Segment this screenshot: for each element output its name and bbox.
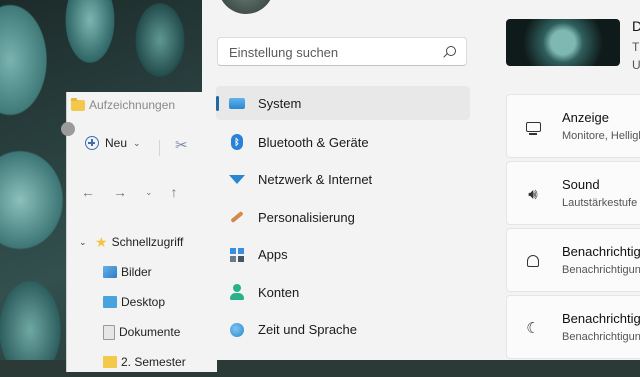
toolbar-divider [159, 140, 160, 156]
folder-icon [71, 97, 85, 111]
settings-search-box[interactable] [217, 37, 467, 67]
clock-globe-icon [228, 322, 246, 338]
device-name: D [632, 18, 640, 34]
card-title: Sound [562, 177, 600, 192]
sidebar-item-network[interactable]: Netzwerk & Internet [216, 161, 470, 199]
system-icon [228, 95, 246, 111]
tree-item-label: Desktop [121, 295, 166, 309]
chevron-down-icon[interactable]: ⌄ [79, 237, 95, 248]
folder-icon [103, 356, 117, 368]
sidebar-item-label: Personalisierung [258, 209, 355, 225]
sidebar-item-label: Konten [258, 284, 300, 300]
wifi-icon [228, 172, 246, 188]
new-button[interactable]: Neu ⌄ [85, 136, 141, 150]
sidebar-item-label: Zeit und Sprache [258, 322, 358, 338]
sidebar-item-time-language[interactable]: Zeit und Sprache [216, 311, 470, 349]
card-subtitle: Benachrichtigun [562, 331, 640, 343]
explorer-title-text: Aufzeichnungen [89, 98, 176, 112]
cut-icon[interactable]: ✂ [175, 136, 188, 154]
card-notifications[interactable]: Benachrichtig Benachrichtigun [506, 228, 640, 292]
sidebar-item-apps[interactable]: Apps [216, 236, 470, 274]
documents-folder-icon [103, 324, 115, 340]
card-subtitle: Benachrichtigun [562, 264, 640, 276]
sidebar-item-label: Apps [258, 247, 288, 263]
tree-item-semester[interactable]: 2. Semester [67, 347, 217, 377]
explorer-toolbar: Neu ⌄ ✂ [67, 132, 217, 160]
card-subtitle: Monitore, Helligk [562, 130, 640, 142]
apps-icon [228, 247, 246, 263]
recent-locations-icon[interactable]: ⌄ [145, 187, 153, 198]
card-title: Benachrichtig [562, 244, 640, 259]
sidebar-item-accounts[interactable]: Konten [216, 274, 470, 312]
sidebar-item-system[interactable]: System [216, 86, 470, 120]
explorer-title: Aufzeichnungen [71, 97, 176, 112]
card-display[interactable]: Anzeige Monitore, Helligk [506, 94, 640, 158]
pictures-folder-icon [103, 266, 117, 278]
up-arrow-icon[interactable]: ↑ [171, 184, 178, 200]
tree-item-documents[interactable]: Dokumente [67, 317, 217, 347]
sidebar-item-label: Bluetooth & Geräte [258, 134, 369, 150]
device-model: T [632, 40, 640, 54]
speaker-icon: 🔊︎ [528, 185, 538, 203]
settings-sidebar: System ᛒ Bluetooth & Geräte Netzwerk & I… [216, 86, 470, 349]
forward-arrow-icon[interactable]: → [113, 184, 127, 200]
search-icon[interactable] [446, 46, 456, 56]
tree-item-quick-access[interactable]: ⌄ ★ Schnellzugriff [67, 227, 217, 257]
device-rename-link[interactable]: U [632, 58, 640, 72]
back-arrow-icon[interactable]: ← [81, 184, 95, 200]
moon-icon: ☾ [526, 320, 540, 337]
search-input[interactable] [218, 38, 441, 67]
tree-item-label: Schnellzugriff [111, 235, 184, 249]
file-explorer-window: Aufzeichnungen Neu ⌄ ✂ ← → ⌄ ↑ ⌄ ★ Schne… [61, 92, 217, 372]
card-title: Benachrichtig [562, 311, 640, 326]
user-icon [228, 284, 246, 301]
tree-item-label: Bilder [121, 265, 152, 279]
settings-window: System ᛒ Bluetooth & Geräte Netzwerk & I… [202, 0, 640, 360]
settings-cards: Anzeige Monitore, Helligk 🔊︎ Sound Lauts… [506, 94, 640, 362]
plus-circle-icon [85, 136, 99, 150]
brush-icon [228, 209, 246, 225]
bluetooth-icon: ᛒ [228, 134, 246, 151]
tree-item-pictures[interactable]: Bilder [67, 257, 217, 287]
avatar[interactable] [218, 0, 274, 14]
card-title: Anzeige [562, 110, 609, 125]
bell-icon [523, 251, 543, 271]
card-sound[interactable]: 🔊︎ Sound Lautstärkestufe [506, 161, 640, 225]
tree-item-label: Dokumente [119, 325, 181, 339]
card-focus-assist[interactable]: ☾ Benachrichtig Benachrichtigun [506, 295, 640, 359]
tree-item-label: 2. Semester [121, 355, 186, 369]
sidebar-item-label: Netzwerk & Internet [258, 172, 373, 188]
card-subtitle: Lautstärkestufe [562, 197, 638, 209]
sidebar-item-bluetooth[interactable]: ᛒ Bluetooth & Geräte [216, 124, 470, 162]
chevron-down-icon: ⌄ [133, 137, 141, 148]
new-button-label: Neu [105, 136, 128, 150]
desktop-folder-icon [103, 296, 117, 308]
device-wallpaper-thumbnail[interactable] [506, 19, 620, 66]
tree-item-desktop[interactable]: Desktop [67, 287, 217, 317]
star-icon: ★ [95, 233, 108, 250]
navigation-tree: ⌄ ★ Schnellzugriff Bilder Desktop Dokume… [67, 227, 217, 377]
monitor-icon [523, 117, 543, 137]
sidebar-item-personalization[interactable]: Personalisierung [216, 199, 470, 237]
sidebar-item-label: System [258, 95, 302, 111]
